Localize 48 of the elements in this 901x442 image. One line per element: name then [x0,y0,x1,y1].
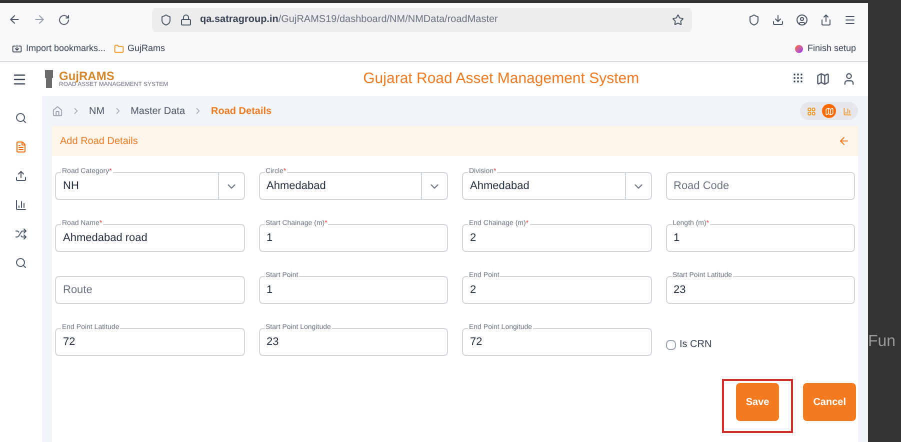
emblem-icon [43,68,55,90]
input-field[interactable]: Route [55,276,244,304]
user-icon[interactable] [842,72,856,86]
app-logo: GujRAMS [59,70,114,82]
bar-chart-icon[interactable] [15,199,27,211]
breadcrumb-item[interactable]: Master Data [130,104,186,118]
select-field[interactable]: Ahmedabad [258,172,448,200]
input-field[interactable]: Ahmedabad road [55,224,244,252]
input-field[interactable]: 1 [258,276,448,304]
bookmark-item[interactable]: Import bookmarks... [12,42,106,56]
account-icon[interactable] [796,14,808,26]
bookmark-item[interactable]: GujRams [114,42,166,56]
select-field[interactable]: Ahmedabad [462,172,652,200]
shield-icon [160,14,172,26]
extensions-icon[interactable] [820,14,832,26]
breadcrumb-item[interactable]: NM [89,104,105,118]
input-field[interactable]: Road Code [666,172,855,200]
back-icon[interactable] [8,13,21,26]
import-icon [12,44,22,54]
download-icon[interactable] [772,14,784,26]
folder-icon [114,44,124,54]
reload-icon[interactable] [58,14,70,26]
document-icon[interactable] [15,141,27,153]
menu-icon[interactable] [844,14,856,26]
input-field[interactable]: 72 [55,328,244,356]
background-text: Fun [868,332,896,352]
finish-setup-button[interactable]: Finish setup [795,42,856,56]
address-bar[interactable]: qa.satragroup.in/GujRAMS19/dashboard/NM/NMData/roadMaster [152,8,692,32]
back-arrow-icon[interactable] [838,135,850,147]
view-toggle[interactable] [822,104,836,118]
card-title: Add Road Details [60,134,138,148]
input-field[interactable]: 2 [462,276,652,304]
upload-icon[interactable] [15,170,27,182]
is-crn-checkbox[interactable]: Is CRN [666,337,855,352]
browser-logo-icon [795,44,804,52]
input-field[interactable]: 23 [666,276,855,304]
map-icon[interactable] [816,72,830,86]
search-icon[interactable] [15,257,27,269]
search-icon[interactable] [15,112,27,124]
app-title: Gujarat Road Asset Management System [363,68,640,89]
shuffle-icon[interactable] [15,228,27,240]
bookmark-star-icon[interactable] [672,14,684,26]
apps-icon[interactable] [792,72,804,84]
hamburger-icon[interactable] [12,72,27,86]
bar-chart-icon [842,106,852,116]
map-icon [824,106,834,116]
grid-icon [806,106,816,116]
lock-icon [180,14,192,26]
